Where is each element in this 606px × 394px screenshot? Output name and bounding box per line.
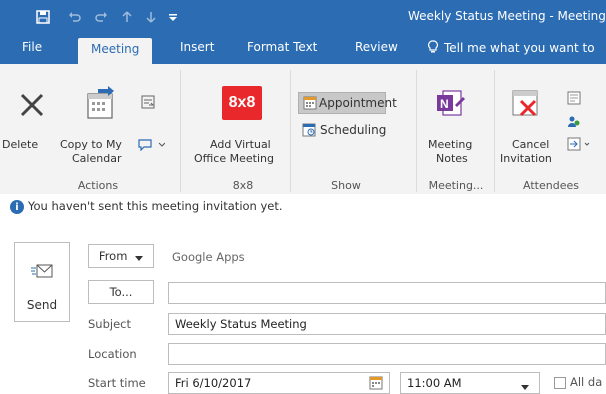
- scheduling-icon: [302, 123, 316, 140]
- info-bar: i You haven't sent this meeting invitati…: [0, 194, 606, 220]
- copy-to-calendar-icon[interactable]: [80, 86, 116, 122]
- copy-to-my-calendar-label[interactable]: Copy to My: [60, 138, 122, 152]
- lightbulb-icon: [428, 40, 438, 57]
- copy-to-my-calendar-label-2[interactable]: Calendar: [72, 152, 121, 166]
- tab-meeting[interactable]: Meeting: [78, 38, 153, 64]
- ribbon-separator: [180, 70, 181, 192]
- tell-me-label: Tell me what you want to: [444, 41, 595, 55]
- tab-file[interactable]: File: [22, 40, 42, 54]
- check-names-icon[interactable]: [566, 114, 582, 130]
- location-field[interactable]: [168, 343, 606, 365]
- send-label: Send: [26, 298, 58, 312]
- redo-icon[interactable]: [92, 8, 110, 26]
- window-title: Weekly Status Meeting - Meeting: [408, 9, 606, 23]
- response-options-icon[interactable]: [566, 136, 592, 152]
- customize-toolbar-icon[interactable]: [164, 8, 182, 26]
- meeting-notes-label-2[interactable]: Notes: [436, 152, 468, 166]
- cancel-invitation-label-2[interactable]: Invitation: [500, 152, 552, 166]
- undo-icon[interactable]: [66, 8, 84, 26]
- eight-x-eight-logo-text: 8x8: [228, 94, 256, 111]
- appointment-label: Appointment: [319, 96, 397, 110]
- tell-me-search[interactable]: Tell me what you want to: [428, 40, 595, 57]
- start-time-field[interactable]: 11:00 AM: [400, 372, 540, 394]
- start-time-label: Start time: [88, 376, 146, 390]
- group-attendees: Attendees: [523, 179, 579, 192]
- appointment-button[interactable]: Appointment: [298, 92, 397, 114]
- from-button[interactable]: From: [88, 244, 154, 268]
- meeting-notes-label[interactable]: Meeting: [428, 138, 472, 152]
- appointment-icon: [303, 96, 317, 113]
- tab-review[interactable]: Review: [355, 40, 398, 54]
- onenote-icon[interactable]: N: [432, 86, 466, 120]
- address-book-icon[interactable]: [566, 90, 582, 106]
- calendar-icon[interactable]: [369, 376, 383, 393]
- from-label: From: [98, 249, 128, 263]
- info-message: You haven't sent this meeting invitation…: [28, 199, 283, 213]
- cancel-invitation-label[interactable]: Cancel: [512, 138, 549, 152]
- to-field[interactable]: [168, 282, 606, 304]
- ribbon-separator: [290, 70, 291, 192]
- cancel-invitation-icon[interactable]: [508, 86, 542, 120]
- group-8x8: 8x8: [232, 179, 254, 192]
- add-virtual-office-meeting-label-2[interactable]: Office Meeting: [194, 152, 274, 166]
- ribbon: Delete Copy to My Calendar Actions 8x8 A…: [0, 64, 606, 195]
- subject-label: Subject: [88, 317, 131, 331]
- im-icon[interactable]: [136, 136, 166, 152]
- start-time-value: 11:00 AM: [407, 376, 462, 390]
- subject-field[interactable]: Weekly Status Meeting: [168, 313, 606, 335]
- ribbon-separator: [416, 70, 417, 192]
- scheduling-label: Scheduling: [320, 123, 387, 137]
- delete-icon[interactable]: [18, 90, 46, 120]
- from-account: Google Apps: [172, 250, 245, 264]
- send-envelope-icon: [31, 263, 53, 282]
- delete-button[interactable]: Delete: [2, 138, 38, 152]
- forward-icon[interactable]: [140, 94, 156, 110]
- start-date-field[interactable]: Fri 6/10/2017: [168, 372, 390, 394]
- info-icon: i: [10, 200, 24, 214]
- arrow-up-icon[interactable]: [118, 8, 136, 26]
- tab-insert[interactable]: Insert: [180, 40, 214, 54]
- all-day-label: All da: [570, 375, 603, 389]
- eight-x-eight-logo-icon[interactable]: 8x8: [222, 86, 262, 120]
- subject-value: Weekly Status Meeting: [175, 317, 307, 331]
- ribbon-separator: [494, 70, 495, 192]
- all-day-checkbox[interactable]: [554, 377, 566, 389]
- add-virtual-office-meeting-label[interactable]: Add Virtual: [210, 138, 271, 152]
- group-show: Show: [331, 179, 361, 192]
- save-icon[interactable]: [34, 8, 52, 26]
- svg-text:N: N: [440, 97, 449, 111]
- title-bar: Weekly Status Meeting - Meeting: [0, 0, 606, 34]
- ribbon-tabs: File Meeting Insert Format Text Review T…: [0, 34, 606, 64]
- location-label: Location: [88, 347, 137, 361]
- start-date-value: Fri 6/10/2017: [175, 376, 252, 390]
- chevron-down-icon: [135, 246, 144, 268]
- to-button[interactable]: To...: [88, 280, 154, 304]
- arrow-down-icon[interactable]: [142, 8, 160, 26]
- tab-format-text[interactable]: Format Text: [247, 40, 317, 54]
- chevron-down-icon[interactable]: [521, 380, 529, 393]
- scheduling-button[interactable]: Scheduling: [298, 120, 398, 142]
- send-button[interactable]: Send: [14, 242, 70, 322]
- group-meeting-notes: Meeting...: [428, 179, 484, 192]
- group-actions: Actions: [77, 179, 119, 192]
